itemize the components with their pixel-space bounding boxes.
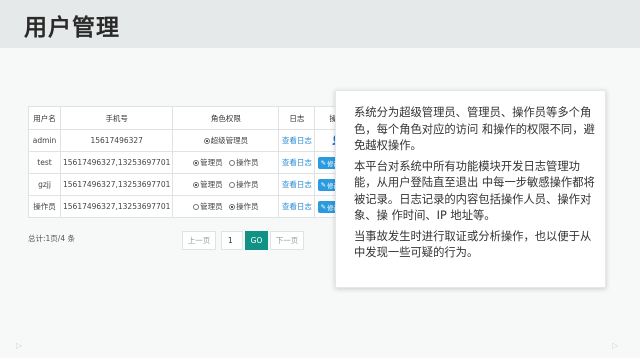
view-log-link[interactable]: 查看日志 [282, 202, 312, 211]
role-radio-superadmin[interactable]: 超级管理员 [203, 135, 249, 146]
radio-label: 操作员 [236, 180, 259, 189]
view-log-link[interactable]: 查看日志 [282, 158, 312, 167]
radio-dot [229, 159, 236, 166]
role-cell: 超级管理员 [172, 129, 280, 152]
role-radio-admin[interactable]: 管理员 [193, 201, 223, 212]
radio-dot [203, 137, 210, 144]
phone-cell: 15617496327,13253697701 [59, 173, 174, 196]
description-paragraph: 系统分为超级管理员、管理员、操作员等多个角色，每个角色对应的访问 和操作的权限不… [354, 106, 595, 152]
user-table: 用户名 手机号 角色权限 日志 操作 admin 15617496327 超级管… [28, 106, 360, 218]
description-card: 系统分为超级管理员、管理员、操作员等多个角色，每个角色对应的访问 和操作的权限不… [335, 90, 606, 288]
page-number-input[interactable]: 1 [221, 231, 243, 250]
log-cell: 查看日志 [278, 151, 316, 174]
page-title: 用户管理 [24, 15, 120, 41]
go-button[interactable]: GO [245, 231, 268, 250]
pagination-total: 总计:1页/4 条 [28, 234, 75, 243]
radio-label: 操作员 [236, 202, 259, 211]
user-cell: 操作员 [28, 195, 61, 218]
slide-next-arrow-icon[interactable]: ▷ [612, 341, 618, 350]
column-header-phone: 手机号 [59, 106, 174, 130]
radio-dot [193, 203, 200, 210]
view-log-link[interactable]: 查看日志 [282, 136, 312, 145]
role-cell: 管理员 操作员 [172, 195, 280, 218]
phone-cell: 15617496327,13253697701 [59, 195, 174, 218]
description-paragraph: 本平台对系统中所有功能模块开发日志管理功能，从用户登陆直至退出 中每一步敏感操作… [354, 159, 595, 223]
role-radio-operator[interactable]: 操作员 [229, 201, 259, 212]
column-header-user: 用户名 [28, 106, 61, 130]
column-header-log: 日志 [278, 106, 316, 130]
phone-cell: 15617496327,13253697701 [59, 151, 174, 174]
phone-cell: 15617496327 [59, 129, 174, 152]
radio-dot [193, 159, 200, 166]
user-cell: gzjj [28, 173, 61, 196]
radio-label: 管理员 [200, 202, 223, 211]
view-log-link[interactable]: 查看日志 [282, 180, 312, 189]
table-row: test 15617496327,13253697701 管理员 操作员 查看日… [28, 151, 360, 174]
log-cell: 查看日志 [278, 195, 316, 218]
table-header-row: 用户名 手机号 角色权限 日志 操作 [28, 106, 360, 130]
user-cell: admin [28, 129, 61, 152]
log-cell: 查看日志 [278, 129, 316, 152]
description-paragraph: 当事故发生时进行取证或分析操作，也以便于从中发现一些可疑的行为。 [354, 229, 592, 260]
role-cell: 管理员 操作员 [172, 151, 280, 174]
table-row: 操作员 15617496327,13253697701 管理员 操作员 查看日志… [28, 195, 360, 218]
table-row: gzjj 15617496327,13253697701 管理员 操作员 查看日… [28, 173, 360, 196]
table-row: admin 15617496327 超级管理员 查看日志 👤 [28, 129, 360, 152]
log-cell: 查看日志 [278, 173, 316, 196]
radio-label: 管理员 [200, 180, 223, 189]
radio-dot [193, 181, 200, 188]
slide-prev-arrow-icon[interactable]: ▷ [16, 341, 22, 350]
radio-label: 管理员 [200, 158, 223, 167]
pencil-icon: ✎ [320, 158, 327, 167]
column-header-role: 角色权限 [172, 106, 280, 130]
role-radio-admin[interactable]: 管理员 [193, 157, 223, 168]
role-radio-operator[interactable]: 操作员 [229, 157, 259, 168]
pencil-icon: ✎ [320, 202, 327, 211]
radio-label: 操作员 [236, 158, 259, 167]
role-radio-admin[interactable]: 管理员 [193, 179, 223, 190]
prev-page-button[interactable]: 上一页 [182, 231, 216, 250]
radio-dot [229, 181, 236, 188]
role-cell: 管理员 操作员 [172, 173, 280, 196]
role-radio-operator[interactable]: 操作员 [229, 179, 259, 190]
user-cell: test [28, 151, 61, 174]
header-bar: 用户管理 [0, 0, 640, 48]
radio-label: 超级管理员 [210, 136, 249, 145]
radio-dot [229, 203, 236, 210]
next-page-button[interactable]: 下一页 [270, 231, 304, 250]
pencil-icon: ✎ [320, 180, 327, 189]
